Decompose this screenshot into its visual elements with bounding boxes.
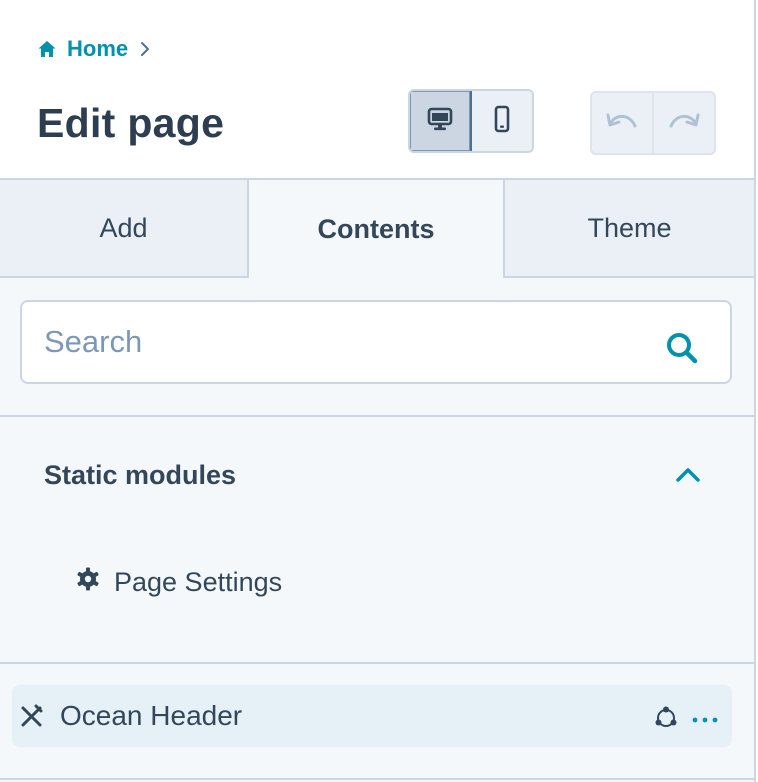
mobile-icon bbox=[493, 105, 511, 138]
more-icon[interactable] bbox=[691, 705, 719, 734]
breadcrumb[interactable]: Home bbox=[37, 36, 152, 62]
module-label: Ocean Header bbox=[60, 700, 243, 731]
global-icon bbox=[653, 705, 679, 736]
section-divider bbox=[0, 415, 754, 417]
bottom-divider bbox=[0, 778, 754, 780]
page-settings-label: Page Settings bbox=[114, 567, 283, 597]
undo-icon bbox=[605, 109, 639, 138]
page-title: Edit page bbox=[37, 100, 225, 146]
gear-icon bbox=[76, 567, 100, 598]
module-divider bbox=[0, 662, 754, 664]
search-box bbox=[20, 300, 732, 384]
desktop-preview-button[interactable] bbox=[410, 91, 472, 151]
tab-contents[interactable]: Contents bbox=[249, 180, 503, 278]
chevron-right-icon bbox=[138, 41, 152, 57]
sidebar-header: Home Edit page bbox=[0, 0, 754, 178]
undo-button[interactable] bbox=[592, 93, 652, 153]
panel-edge bbox=[754, 0, 758, 782]
chevron-up-icon[interactable] bbox=[675, 465, 701, 490]
section-title-static-modules[interactable]: Static modules bbox=[44, 460, 236, 491]
mobile-preview-button[interactable] bbox=[472, 91, 532, 151]
sidebar-tabs: Add Contents Theme bbox=[0, 178, 754, 278]
redo-icon bbox=[667, 109, 701, 138]
tab-add[interactable]: Add bbox=[0, 180, 249, 278]
search-input[interactable] bbox=[44, 302, 644, 382]
device-preview-toggle bbox=[408, 89, 534, 153]
drag-icon[interactable] bbox=[20, 704, 44, 733]
home-icon bbox=[37, 39, 57, 59]
breadcrumb-home-link[interactable]: Home bbox=[67, 36, 128, 62]
search-icon[interactable] bbox=[665, 331, 699, 370]
history-controls bbox=[590, 91, 716, 155]
desktop-icon bbox=[427, 106, 453, 137]
tab-theme[interactable]: Theme bbox=[503, 180, 754, 278]
editor-sidebar: Home Edit page Add Contents Theme Search… bbox=[0, 0, 754, 782]
page-settings-item[interactable]: Page Settings bbox=[76, 567, 282, 598]
redo-button[interactable] bbox=[652, 93, 714, 153]
module-row-ocean-header[interactable]: Ocean Header bbox=[12, 685, 732, 747]
